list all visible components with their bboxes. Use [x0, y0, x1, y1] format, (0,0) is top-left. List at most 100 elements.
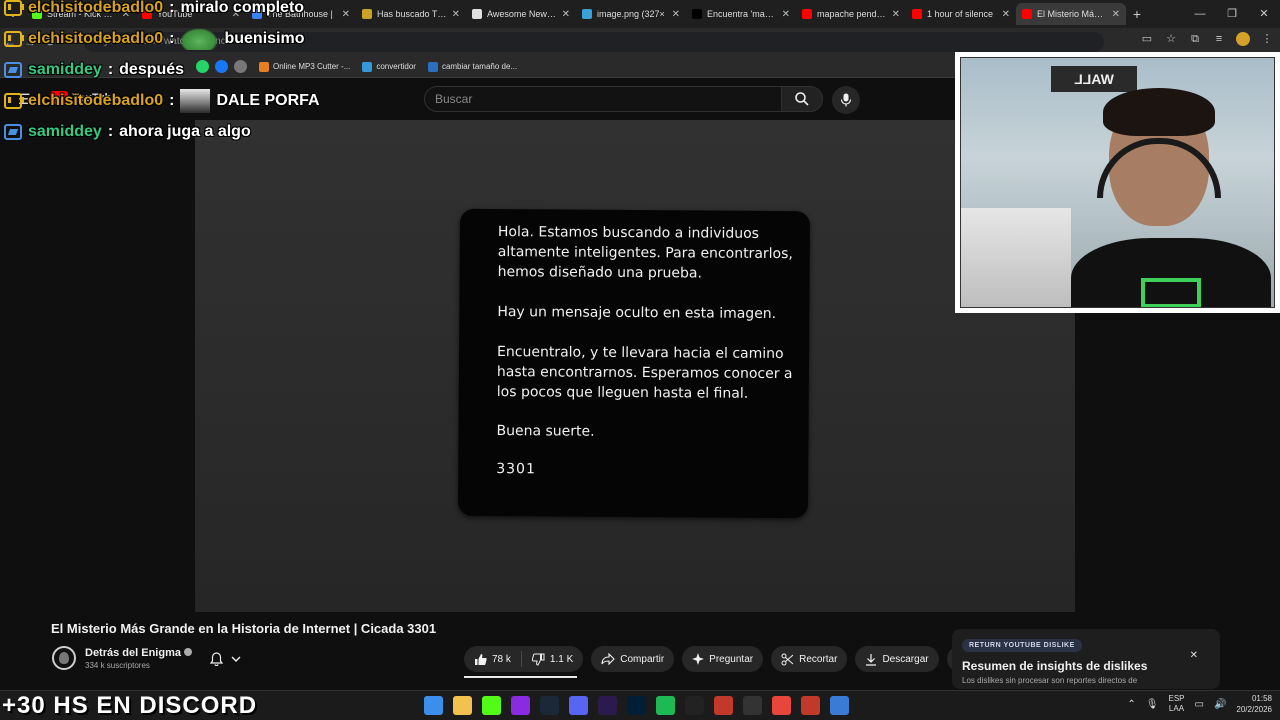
- tab-close-icon[interactable]: ✕: [452, 9, 460, 20]
- tab-favicon-icon: [912, 9, 922, 19]
- crown-badge-icon: [4, 30, 24, 47]
- tab-close-icon[interactable]: ✕: [892, 9, 900, 20]
- search-button[interactable]: [781, 86, 823, 112]
- close-window-button[interactable]: ✕: [1248, 0, 1280, 28]
- taskbar-app-icon[interactable]: [743, 696, 762, 715]
- video-title: El Misterio Más Grande en la Historia de…: [51, 621, 437, 636]
- channel-name-row[interactable]: Detrás del Enigma: [85, 647, 192, 659]
- taskbar-app-icon[interactable]: [453, 696, 472, 715]
- chevron-down-icon: [231, 656, 240, 662]
- tab-close-icon[interactable]: ✕: [782, 9, 790, 20]
- browser-tab[interactable]: mapache pendejo ✕: [796, 3, 906, 25]
- tab-close-icon[interactable]: ✕: [562, 9, 570, 20]
- channel-name[interactable]: Detrás del Enigma: [85, 647, 181, 659]
- like-ratio-bar: [464, 676, 577, 678]
- download-button[interactable]: Descargar: [855, 646, 939, 672]
- tab-title: El Misterio Más G: [1037, 9, 1107, 19]
- tab-close-icon[interactable]: ✕: [1112, 9, 1120, 20]
- profile-avatar[interactable]: [1236, 32, 1250, 46]
- taskbar-app-icon[interactable]: [569, 696, 588, 715]
- shelf: [961, 208, 1071, 307]
- tab-close-icon[interactable]: ✕: [672, 9, 680, 20]
- volume-icon[interactable]: 🔊: [1214, 699, 1226, 710]
- taskbar-app-icon[interactable]: [482, 696, 501, 715]
- message-signature: 3301: [496, 461, 536, 478]
- bell-icon: [209, 652, 223, 666]
- ask-button[interactable]: Preguntar: [682, 646, 764, 672]
- tab-close-icon[interactable]: ✕: [1002, 9, 1010, 20]
- voice-search-button[interactable]: [832, 86, 860, 114]
- taskbar-app-icon[interactable]: [627, 696, 646, 715]
- time: 01:58: [1251, 694, 1272, 703]
- taskbar-app-icon[interactable]: [540, 696, 559, 715]
- chat-message: elchisitodebadlo0: buenisimo: [0, 23, 380, 54]
- dislike-insights-panel: RETURN YOUTUBE DISLIKE Resumen de insigh…: [952, 629, 1220, 689]
- maximize-button[interactable]: ❐: [1216, 0, 1248, 28]
- chat-text: ahora juga a algo: [119, 122, 251, 140]
- message-paragraph: Hay un mensaje oculto en esta imagen.: [497, 304, 777, 322]
- chat-username: samiddey: [28, 60, 102, 78]
- message-paragraph: Encuentralo, y te llevara hacia el camin…: [496, 344, 793, 402]
- like-button[interactable]: 78 k: [464, 646, 521, 672]
- microphone-icon: [840, 93, 852, 107]
- chevron-up-icon[interactable]: ⌃: [1127, 699, 1135, 710]
- streamer: [1071, 88, 1271, 307]
- channel-avatar[interactable]: [52, 646, 76, 670]
- cast-icon[interactable]: ▭: [1140, 32, 1154, 46]
- taskbar-app-icon[interactable]: [656, 696, 675, 715]
- bookmark-star-icon[interactable]: ☆: [1164, 32, 1178, 46]
- language-indicator[interactable]: ESP LAA: [1168, 694, 1184, 714]
- taskbar-app-icon[interactable]: [424, 696, 443, 715]
- close-icon[interactable]: ✕: [1190, 650, 1198, 661]
- taskbar-app-icon[interactable]: [714, 696, 733, 715]
- video-player[interactable]: Hola. Estamos buscando a individuos alta…: [195, 120, 1075, 612]
- mic-tray-icon[interactable]: 🎙: [1146, 699, 1159, 710]
- chat-separator: :: [107, 122, 114, 140]
- chat-username: elchisitodebadlo0: [28, 91, 164, 109]
- photo-emote: [180, 88, 211, 113]
- webcam-overlay: WALL: [955, 52, 1280, 313]
- subscription-bell-button[interactable]: [200, 646, 250, 672]
- share-button[interactable]: Compartir: [591, 646, 675, 672]
- taskbar-app-icon[interactable]: [772, 696, 791, 715]
- minimize-button[interactable]: —: [1184, 0, 1216, 28]
- chat-message: elchisitodebadlo0: DALE PORFA: [0, 85, 380, 116]
- new-tab-button[interactable]: +: [1126, 6, 1148, 22]
- browser-tab[interactable]: Awesome New Ta ✕: [466, 3, 576, 25]
- extensions-icon[interactable]: ⧉: [1188, 32, 1202, 46]
- display-icon[interactable]: ▭: [1195, 699, 1204, 710]
- dislike-count: 1.1 K: [549, 653, 574, 665]
- bookmark-resize[interactable]: cambiar tamaño de...: [427, 61, 518, 72]
- chat-username: elchisitodebadlo0: [28, 29, 164, 47]
- chat-message: elchisitodebadlo0: miralo completo: [0, 0, 380, 23]
- taskbar-app-icon[interactable]: [685, 696, 704, 715]
- taskbar-app-icon[interactable]: [830, 696, 849, 715]
- ask-label: Preguntar: [709, 653, 754, 665]
- crown-badge-icon: [4, 92, 24, 109]
- taskbar-app-icon[interactable]: [598, 696, 617, 715]
- bookmark-label: convertidor: [376, 62, 416, 71]
- media-icon[interactable]: ≡: [1212, 32, 1226, 46]
- taskbar-app-icon[interactable]: [511, 696, 530, 715]
- message-paragraph: Buena suerte.: [496, 423, 595, 440]
- share-icon: [601, 653, 616, 665]
- browser-tab[interactable]: El Misterio Más G ✕: [1016, 3, 1126, 25]
- clock[interactable]: 01:58 20/2/2026: [1236, 693, 1272, 715]
- chat-username: samiddey: [28, 122, 102, 140]
- taskbar-app-icon[interactable]: [801, 696, 820, 715]
- clip-button[interactable]: Recortar: [771, 646, 848, 672]
- thumbs-down-icon: [531, 653, 545, 666]
- webcam-feed: WALL: [960, 57, 1275, 308]
- browser-tab[interactable]: image.png (327× ✕: [576, 3, 686, 25]
- tab-title: Has buscado The: [377, 9, 447, 19]
- discord-hours-banner: +30 HS EN DISCORD: [2, 692, 258, 719]
- tab-favicon-icon: [1022, 9, 1032, 19]
- browser-tab[interactable]: Encuentra 'mante ✕: [686, 3, 796, 25]
- bookmark-label: cambiar tamaño de...: [441, 62, 518, 71]
- download-icon: [866, 653, 877, 666]
- browser-tab[interactable]: 1 hour of silence ✕: [906, 3, 1016, 25]
- search-input[interactable]: Buscar: [424, 86, 782, 112]
- keyboard-layout: LAA: [1168, 704, 1185, 713]
- menu-dots-icon[interactable]: ⋮: [1260, 32, 1274, 46]
- dislike-button[interactable]: 1.1 K: [522, 646, 583, 672]
